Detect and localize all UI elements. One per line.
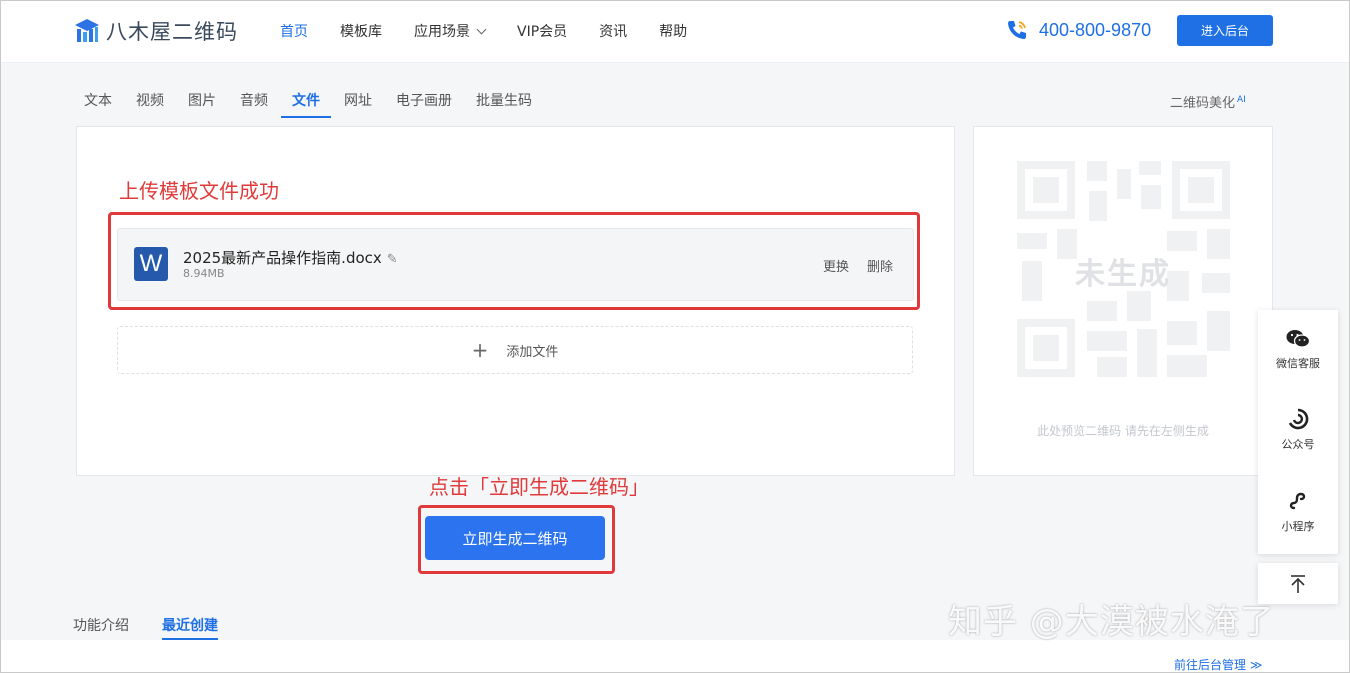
wechat-service-label: 微信客服	[1276, 357, 1320, 370]
nav-home[interactable]: 首页	[280, 21, 308, 41]
wechat-icon	[1286, 330, 1310, 348]
not-generated-label: 未生成	[1075, 257, 1171, 292]
uploaded-file-card: W 2025最新产品操作指南.docx ✎ 8.94MB 更换 删除	[117, 228, 914, 301]
tab-url[interactable]: 网址	[344, 88, 372, 118]
mini-program-button[interactable]: 小程序	[1258, 472, 1338, 552]
nav-scenarios-label: 应用场景	[414, 24, 470, 40]
logo-text: 八木屋二维码	[106, 20, 238, 44]
edit-pencil-icon[interactable]: ✎	[387, 252, 398, 267]
tab-feature-intro[interactable]: 功能介绍	[73, 615, 129, 639]
tab-text[interactable]: 文本	[84, 88, 112, 118]
file-size: 8.94MB	[183, 267, 225, 280]
tab-batch[interactable]: 批量生码	[476, 88, 532, 118]
mini-program-icon	[1289, 492, 1306, 510]
tab-recent-created[interactable]: 最近创建	[162, 615, 218, 640]
add-file-label: 添加文件	[506, 344, 559, 360]
tab-audio[interactable]: 音频	[240, 88, 268, 118]
arrow-up-icon	[1291, 574, 1305, 593]
word-file-icon: W	[134, 247, 168, 281]
click-generate-annotation: 点击「立即生成二维码」	[429, 475, 649, 499]
replace-file-button[interactable]: 更换	[823, 256, 849, 275]
tab-image[interactable]: 图片	[188, 88, 216, 118]
upload-success-annotation: 上传模板文件成功	[119, 179, 279, 203]
bottom-bar	[0, 640, 1350, 673]
official-account-icon	[1288, 408, 1309, 430]
tab-file[interactable]: 文件	[281, 88, 331, 118]
bottom-tabs: 功能介绍 最近创建	[73, 615, 251, 640]
preview-hint: 此处预览二维码 请先在左侧生成	[1037, 424, 1209, 438]
mini-program-label: 小程序	[1281, 520, 1315, 533]
phone-icon	[1008, 21, 1026, 39]
phone-number: 400-800-9870	[1039, 19, 1152, 40]
qr-beautify-link[interactable]: 二维码美化 AI	[1170, 92, 1246, 111]
nav-help[interactable]: 帮助	[659, 21, 687, 41]
logo-icon	[75, 19, 99, 42]
tab-ebook[interactable]: 电子画册	[396, 88, 452, 118]
qr-type-tabs: 文本 视频 图片 音频 文件 网址 电子画册 批量生码	[84, 88, 556, 118]
logo[interactable]: 八木屋二维码	[72, 16, 238, 46]
file-name[interactable]: 2025最新产品操作指南.docx ✎	[183, 247, 398, 268]
goto-admin-link[interactable]: 前往后台管理 ≫	[1174, 656, 1262, 673]
official-account-button[interactable]: 公众号	[1258, 390, 1338, 470]
delete-file-button[interactable]: 删除	[867, 256, 893, 275]
official-account-label: 公众号	[1281, 438, 1315, 451]
top-header: 八木屋二维码 首页 模板库 应用场景 VIP会员 资讯 帮助 400-800-9…	[0, 0, 1350, 63]
floating-service-bar: 微信客服 公众号 小程序	[1258, 310, 1338, 554]
beautify-label: 二维码美化	[1170, 96, 1236, 111]
tab-video[interactable]: 视频	[136, 88, 164, 118]
zhihu-watermark: 知乎 @大漠被水淹了	[948, 602, 1275, 642]
qr-preview-panel: 未生成 此处预览二维码 请先在左侧生成	[973, 126, 1273, 476]
nav-templates[interactable]: 模板库	[340, 21, 382, 41]
nav-news[interactable]: 资讯	[599, 21, 627, 41]
enter-admin-button[interactable]: 进入后台	[1177, 15, 1273, 46]
nav-scenarios[interactable]: 应用场景	[414, 21, 487, 41]
wechat-service-button[interactable]: 微信客服	[1258, 310, 1338, 390]
phone-contact[interactable]: 400-800-9870	[1005, 18, 1151, 42]
generate-qr-button[interactable]: 立即生成二维码	[425, 516, 605, 560]
ai-badge: AI	[1237, 94, 1246, 105]
main-nav: 首页 模板库 应用场景 VIP会员 资讯 帮助	[280, 0, 719, 62]
chevron-down-icon	[476, 24, 487, 34]
file-name-text: 2025最新产品操作指南.docx	[183, 249, 382, 267]
nav-vip[interactable]: VIP会员	[517, 21, 567, 41]
add-file-button[interactable]: + 添加文件	[117, 326, 913, 374]
plus-icon: +	[471, 338, 489, 362]
